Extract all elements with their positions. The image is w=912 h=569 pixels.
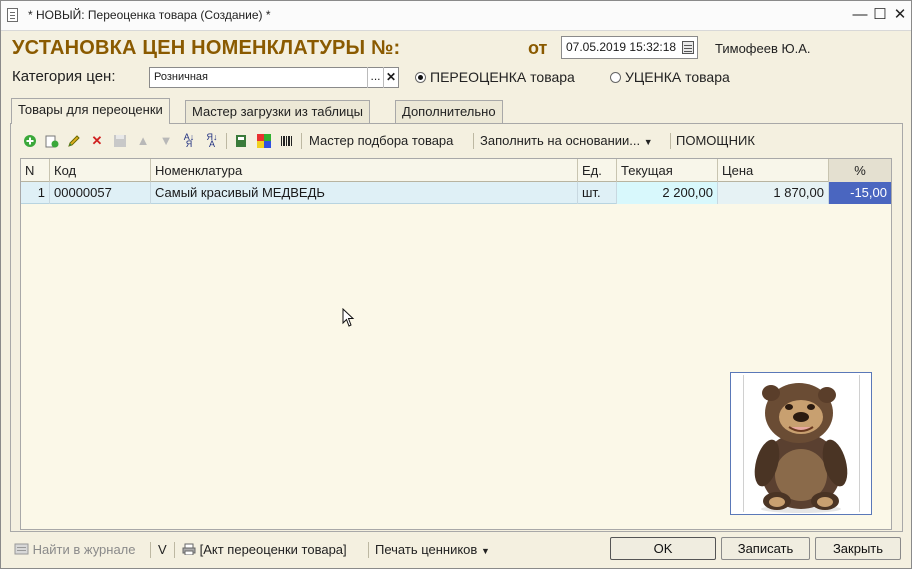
selection-wizard-button[interactable]: Мастер подбора товара	[309, 133, 453, 148]
table-toolbar: ✕ ▲ ▼ A↓ Я Я↓ A Мастер подбора товара Запо…	[20, 130, 900, 152]
delete-icon[interactable]: ✕	[90, 134, 104, 148]
maximize-button[interactable]: ☐	[871, 6, 889, 24]
column-header-current[interactable]: Текущая	[617, 159, 718, 182]
tab-additional[interactable]: Дополнительно	[395, 100, 503, 123]
tab-import-wizard[interactable]: Мастер загрузки из таблицы	[185, 100, 370, 123]
document-icon	[7, 8, 18, 22]
find-in-journal-button[interactable]: Найти в журнале	[14, 542, 136, 557]
cell-current[interactable]: 2 200,00	[617, 182, 718, 204]
clear-icon[interactable]: ✕	[383, 67, 398, 88]
move-up-icon[interactable]: ▲	[136, 134, 150, 148]
revaluation-act-label: [Акт переоценки товара]	[199, 542, 347, 557]
radio-markdown[interactable]: УЦЕНКА товара	[610, 69, 730, 85]
print-price-tags-label: Печать ценников	[375, 542, 478, 557]
toolbar-separator	[226, 133, 227, 149]
barcode-icon[interactable]	[280, 134, 294, 148]
save-button[interactable]: Записать	[721, 537, 810, 560]
edit-icon[interactable]	[67, 134, 81, 148]
color-icon[interactable]	[257, 134, 271, 148]
tab-goods[interactable]: Товары для переоценки	[11, 98, 170, 124]
close-window-button[interactable]: ✕	[891, 6, 909, 24]
save-icon[interactable]	[113, 134, 127, 148]
column-header-name[interactable]: Номенклатура	[151, 159, 578, 182]
table-header: N Код Номенклатура Ед. Текущая Цена %	[21, 159, 891, 182]
page-title: УСТАНОВКА ЦЕН НОМЕНКЛАТУРЫ №:	[12, 37, 401, 59]
column-header-code[interactable]: Код	[50, 159, 151, 182]
column-header-n[interactable]: N	[21, 159, 50, 182]
v-button[interactable]: V	[158, 542, 167, 557]
radio-checked-icon	[415, 72, 426, 83]
document-window: * НОВЫЙ: Переоценка товара (Создание) * …	[0, 0, 912, 569]
price-category-value: Розничная	[154, 71, 208, 83]
table-row[interactable]: 1 00000057 Самый красивый МЕДВЕДЬ шт. 2 …	[21, 182, 891, 204]
cell-price[interactable]: 1 870,00	[718, 182, 829, 204]
radio-markdown-label: УЦЕНКА товара	[625, 69, 730, 85]
minimize-button[interactable]: —	[851, 6, 869, 24]
column-header-price[interactable]: Цена	[718, 159, 829, 182]
cell-percent[interactable]: -15,00	[829, 182, 891, 204]
radio-unchecked-icon	[610, 72, 621, 83]
cell-name[interactable]: Самый красивый МЕДВЕДЬ	[151, 182, 578, 204]
toolbar-separator	[473, 133, 474, 149]
footer-separator	[368, 542, 369, 558]
fill-based-on-button[interactable]: Заполнить на основании... ▼	[480, 133, 653, 148]
calendar-icon[interactable]	[682, 41, 694, 54]
price-category-field[interactable]: Розничная ... ✕	[149, 67, 399, 88]
date-value: 07.05.2019 15:32:18	[566, 40, 677, 54]
cell-unit[interactable]: шт.	[578, 182, 617, 204]
footer-separator	[150, 542, 151, 558]
toolbar-separator	[301, 133, 302, 149]
revaluation-act-button[interactable]: [Акт переоценки товара]	[182, 542, 347, 557]
product-photo	[730, 372, 872, 515]
radio-revaluation-label: ПЕРЕОЦЕНКА товара	[430, 69, 575, 85]
price-category-label: Категория цен:	[12, 68, 116, 85]
dropdown-arrow-icon: ▼	[643, 137, 653, 147]
cell-n[interactable]: 1	[21, 182, 50, 204]
close-button[interactable]: Закрыть	[815, 537, 901, 560]
print-price-tags-button[interactable]: Печать ценников ▼	[375, 542, 490, 557]
journal-icon	[14, 543, 29, 555]
dropdown-arrow-icon: ▼	[480, 546, 490, 556]
print-icon[interactable]	[234, 134, 248, 148]
toolbar-separator	[670, 133, 671, 149]
printer-icon	[182, 543, 196, 556]
fill-based-on-label: Заполнить на основании...	[480, 133, 641, 148]
assistant-button[interactable]: ПОМОЩНИК	[676, 133, 755, 148]
move-down-icon[interactable]: ▼	[159, 134, 173, 148]
radio-revaluation[interactable]: ПЕРЕОЦЕНКА товара	[415, 69, 575, 85]
author-name: Тимофеев Ю.А.	[715, 41, 811, 56]
find-in-journal-label: Найти в журнале	[32, 542, 136, 557]
title-bar: * НОВЫЙ: Переоценка товара (Создание) * …	[1, 1, 911, 31]
date-field[interactable]: 07.05.2019 15:32:18	[561, 36, 698, 59]
ok-button[interactable]: OK	[610, 537, 716, 560]
footer-separator	[174, 542, 175, 558]
mouse-cursor-icon	[342, 308, 355, 327]
sort-asc-icon[interactable]: A↓ Я	[182, 133, 196, 149]
select-button[interactable]: ...	[367, 67, 383, 88]
bear-image	[754, 383, 848, 513]
copy-icon[interactable]	[45, 134, 59, 148]
add-icon[interactable]	[23, 134, 37, 148]
sort-desc-icon[interactable]: Я↓ A	[205, 133, 219, 149]
window-title: * НОВЫЙ: Переоценка товара (Создание) *	[28, 8, 271, 22]
column-header-percent[interactable]: %	[829, 159, 891, 182]
column-header-unit[interactable]: Ед.	[578, 159, 617, 182]
cell-code[interactable]: 00000057	[50, 182, 151, 204]
date-label: от	[528, 38, 548, 58]
